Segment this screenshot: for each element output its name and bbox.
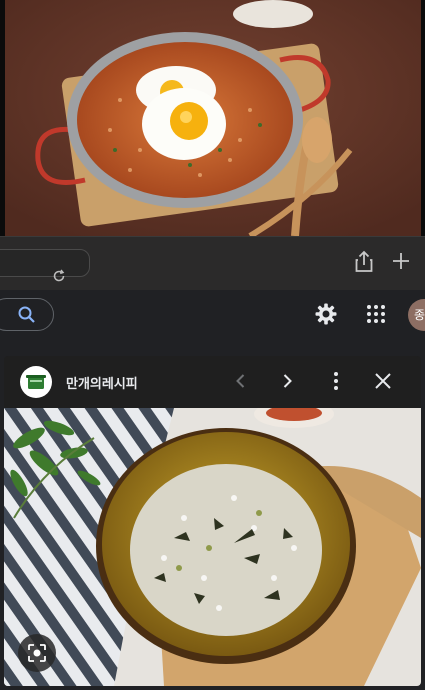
viewer-header: 만개의레시피 [4, 356, 421, 408]
chevron-right-icon[interactable] [278, 372, 296, 390]
search-box[interactable] [0, 298, 54, 331]
search-icon[interactable] [17, 305, 37, 325]
lens-button[interactable] [18, 634, 56, 672]
gear-icon[interactable] [314, 302, 338, 326]
plus-icon[interactable] [390, 250, 412, 272]
screen: 종 만개의레시피 [0, 0, 425, 690]
share-icon[interactable] [354, 250, 374, 274]
image-viewer-panel: 만개의레시피 [4, 356, 421, 686]
close-icon[interactable] [374, 372, 392, 390]
kimchi-fried-rice-image [0, 0, 425, 236]
apps-grid-icon[interactable] [366, 304, 386, 324]
google-header: 종 [0, 290, 425, 340]
account-avatar[interactable]: 종 [408, 299, 425, 331]
address-bar[interactable] [0, 249, 90, 282]
chevron-left-icon[interactable] [232, 372, 250, 390]
lens-icon [28, 644, 46, 662]
rice-bowl-image[interactable] [4, 400, 421, 686]
reload-icon[interactable] [51, 268, 67, 284]
more-vert-icon[interactable] [328, 370, 344, 392]
site-name[interactable]: 만개의레시피 [66, 373, 138, 392]
pot-icon [26, 375, 46, 389]
site-logo[interactable] [20, 366, 52, 398]
